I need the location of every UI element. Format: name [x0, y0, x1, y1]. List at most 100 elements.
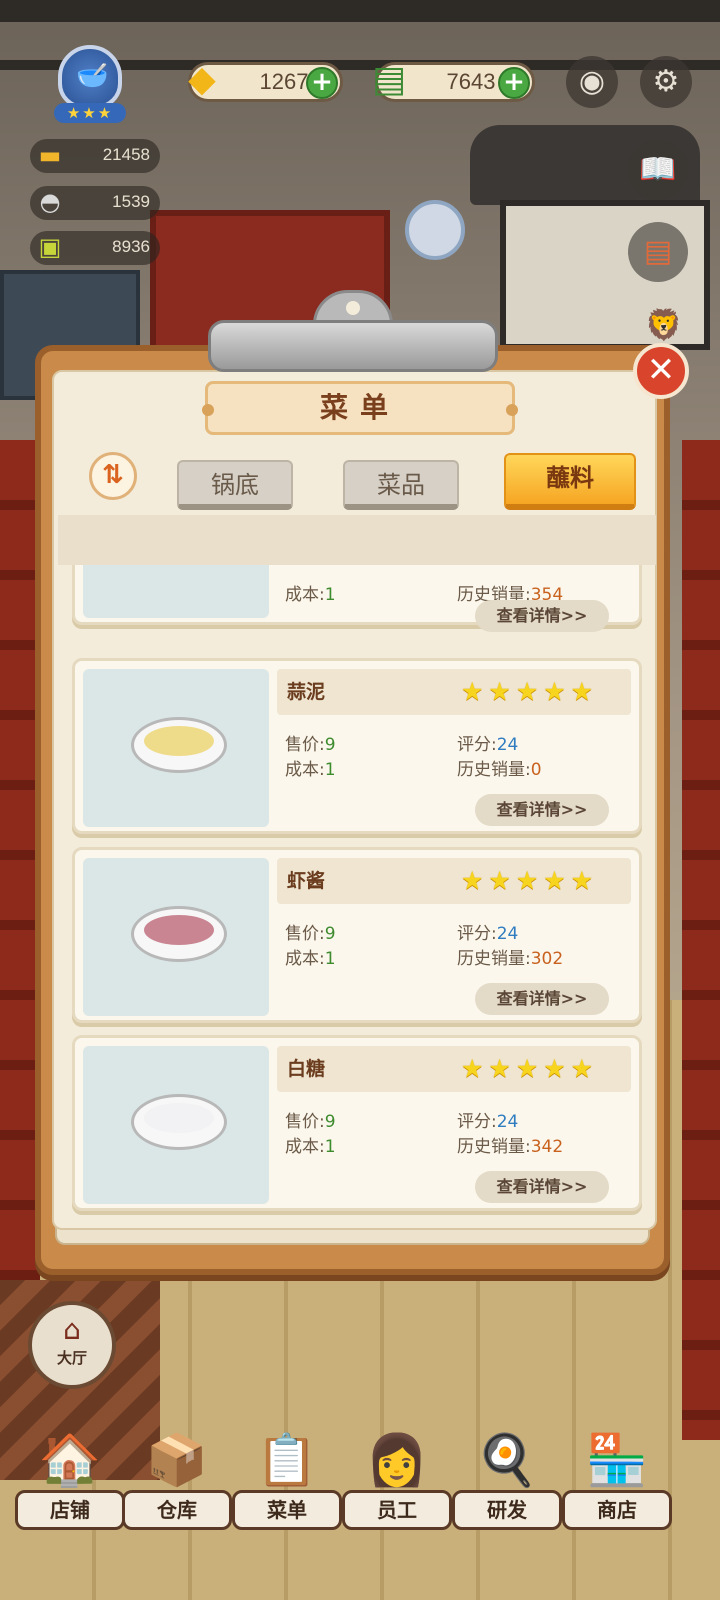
- book-question-icon: 📖: [639, 152, 677, 187]
- wok-icon: 🍳: [475, 1431, 539, 1489]
- nav-label: 菜单: [232, 1490, 342, 1530]
- clipboard-clip: [208, 290, 498, 372]
- cash-counter: ▤ 7643 +: [372, 59, 535, 102]
- cash-stack-icon: ▤: [371, 59, 406, 100]
- ceiling-beam: [0, 0, 720, 22]
- rating-row: 评分:24: [457, 924, 519, 944]
- shrimp-paste: [144, 915, 214, 945]
- nav-label: 仓库: [122, 1490, 232, 1530]
- menu-title-banner: 菜单: [202, 381, 518, 435]
- sales-row: 历史销量:342: [457, 1137, 564, 1157]
- page-title: 菜单: [319, 391, 400, 424]
- clipboard-icon: 📋: [255, 1431, 319, 1489]
- boxes-icon: 📦: [145, 1431, 209, 1489]
- tab-dishes[interactable]: 菜品: [343, 460, 459, 510]
- hall-label: 大厅: [56, 1349, 87, 1367]
- nav-label: 员工: [342, 1490, 452, 1530]
- cost-row: 成本:1: [285, 585, 336, 605]
- decorative-plate: [405, 200, 465, 260]
- nav-store[interactable]: 🏪 商店: [562, 1420, 672, 1550]
- restaurant-level-badge[interactable]: 🥣 ★★★: [40, 45, 140, 123]
- ticket-stat: ▣ 8936: [30, 231, 160, 265]
- add-gold-button[interactable]: +: [306, 67, 338, 99]
- item-image: [83, 1046, 269, 1204]
- gold-bar-stat: ▬ 21458: [30, 139, 160, 173]
- nav-label: 店铺: [15, 1490, 125, 1530]
- stat-value: 8936: [112, 237, 150, 256]
- nav-label: 商店: [562, 1490, 672, 1530]
- item-name: 蒜泥: [287, 681, 326, 703]
- view-details-button[interactable]: 查看详情>>: [475, 794, 609, 826]
- list-header-strip: [58, 515, 656, 565]
- nav-menu[interactable]: 📋 菜单: [232, 1420, 342, 1550]
- cost-row: 成本:1: [285, 760, 336, 780]
- gear-icon: ⚙: [652, 64, 680, 99]
- nav-staff[interactable]: 👩 员工: [342, 1420, 452, 1550]
- nav-shop[interactable]: 🏠 店铺: [15, 1420, 125, 1550]
- guide-book-button[interactable]: 📖: [628, 140, 688, 200]
- sales-row: 历史销量:302: [457, 949, 564, 969]
- price-row: 售价:9: [285, 735, 336, 755]
- list-item[interactable]: 虾酱 ★★★★★ 售价:9 成本:1 评分:24 历史销量:302 查看详情>>: [72, 847, 642, 1023]
- rating-stars: ★★★★★: [461, 677, 599, 706]
- view-details-button[interactable]: 查看详情>>: [475, 983, 609, 1015]
- list-item[interactable]: 白糖 ★★★★★ 售价:9 成本:1 评分:24 历史销量:342 查看详情>>: [72, 1035, 642, 1211]
- item-name: 白糖: [287, 1058, 326, 1080]
- chef-shield-icon: 🥣: [58, 45, 122, 109]
- item-image: [83, 858, 269, 1016]
- view-details-button[interactable]: 查看详情>>: [475, 600, 609, 632]
- shop-stall-icon: 🏪: [585, 1431, 649, 1489]
- tab-soup-base[interactable]: 锅底: [177, 460, 293, 510]
- dish-stat: ◓ 1539: [30, 186, 160, 220]
- tab-dipping-sauce[interactable]: 蘸料: [504, 453, 636, 510]
- rating-stars: ★★★★★: [461, 866, 599, 895]
- add-cash-button[interactable]: +: [498, 67, 530, 99]
- ticket-icon: ▣: [38, 233, 62, 261]
- house-icon: ⌂: [63, 1313, 81, 1346]
- close-button[interactable]: ✕: [633, 343, 689, 399]
- gold-counter: ◆ 1267 +: [188, 59, 343, 102]
- rating-stars: ★★★★★: [461, 1054, 599, 1083]
- cost-row: 成本:1: [285, 949, 336, 969]
- red-book-icon: ▤: [643, 234, 673, 269]
- bowl-image: [131, 1094, 227, 1150]
- cost-row: 成本:1: [285, 1137, 336, 1157]
- garlic-paste: [144, 726, 214, 756]
- sales-row: 历史销量:0: [457, 760, 542, 780]
- list-item[interactable]: 成本:1 历史销量:354 查看详情>>: [72, 565, 642, 632]
- price-row: 售价:9: [285, 924, 336, 944]
- price-row: 售价:9: [285, 1112, 336, 1132]
- nav-warehouse[interactable]: 📦 仓库: [122, 1420, 232, 1550]
- waitress-icon: 👩: [365, 1431, 429, 1489]
- stat-value: 21458: [102, 145, 150, 164]
- list-item[interactable]: 蒜泥 ★★★★★ 售价:9 成本:1 评分:24 历史销量:0 查看详情>>: [72, 658, 642, 834]
- stat-value: 1539: [112, 192, 150, 211]
- rating-row: 评分:24: [457, 1112, 519, 1132]
- close-icon: ✕: [646, 350, 676, 390]
- sort-button[interactable]: ⇅: [89, 452, 137, 500]
- level-stars: ★★★: [54, 103, 126, 123]
- camera-icon: ◉: [578, 64, 606, 99]
- hall-button[interactable]: ⌂ 大厅: [28, 1301, 116, 1389]
- settings-button[interactable]: ⚙: [640, 56, 692, 108]
- white-sugar: [144, 1103, 214, 1133]
- gold-bars-icon: ▬: [38, 141, 62, 169]
- sauce-list[interactable]: 成本:1 历史销量:354 查看详情>> 蒜泥 ★★★★★ 售价:9 成本:1 …: [58, 565, 656, 1220]
- view-details-button[interactable]: 查看详情>>: [475, 1171, 609, 1203]
- rating-row: 评分:24: [457, 735, 519, 755]
- bottom-nav: 🏠 店铺 📦 仓库 📋 菜单 👩 员工 🍳 研发 🏪 商店: [0, 1420, 720, 1600]
- sort-arrows-icon: ⇅: [102, 460, 124, 490]
- nav-label: 研发: [452, 1490, 562, 1530]
- cloche-icon: ◓: [39, 188, 61, 216]
- bowl-image: [131, 717, 227, 773]
- bowl-image: [131, 906, 227, 962]
- lion-head-icon: 🦁: [645, 308, 683, 343]
- record-book-button[interactable]: ▤: [628, 222, 688, 282]
- item-image: [83, 565, 269, 618]
- item-name: 虾酱: [287, 870, 326, 892]
- item-image: [83, 669, 269, 827]
- camera-button[interactable]: ◉: [566, 56, 618, 108]
- nav-research[interactable]: 🍳 研发: [452, 1420, 562, 1550]
- storefront-icon: 🏠: [38, 1431, 102, 1489]
- red-pillar: [682, 440, 720, 1440]
